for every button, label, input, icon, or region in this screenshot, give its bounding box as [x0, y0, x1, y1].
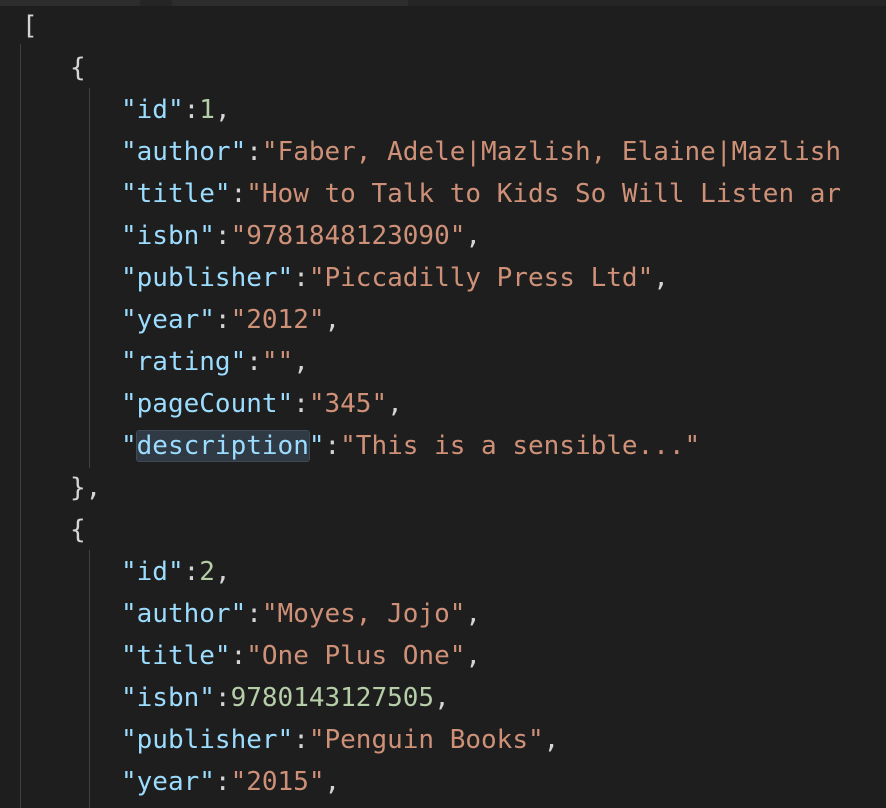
- json-key: "year": [121, 767, 215, 797]
- json-colon: :: [293, 389, 309, 419]
- code-line[interactable]: "isbn":9780143127505,: [121, 677, 450, 719]
- code-line[interactable]: "id":1,: [121, 89, 231, 131]
- json-key: "id": [121, 557, 184, 587]
- code-line[interactable]: "author":"Moyes, Jojo",: [121, 593, 481, 635]
- json-value: "Penguin Books": [308, 725, 544, 755]
- json-colon: :: [183, 95, 200, 125]
- json-comma: ,: [214, 557, 231, 587]
- json-comma: ,: [543, 725, 560, 755]
- json-key: "title": [121, 641, 231, 671]
- json-value: "": [261, 347, 294, 377]
- code-line[interactable]: "publisher":"Penguin Books",: [121, 719, 559, 761]
- highlighted-word[interactable]: description: [135, 430, 310, 462]
- json-value: "Piccadilly Press Ltd": [308, 263, 654, 293]
- json-key-quote: ": [308, 431, 325, 461]
- json-key: "publisher": [121, 725, 294, 755]
- json-colon: :: [246, 347, 262, 377]
- indent-guide: [20, 44, 21, 808]
- array-open-bracket: [: [22, 11, 38, 41]
- json-key: "year": [121, 305, 215, 335]
- tab-bar-segment: [0, 0, 140, 6]
- code-line[interactable]: [: [22, 5, 38, 47]
- code-line[interactable]: "pageCount":"345",: [121, 383, 403, 425]
- object-open-brace: {: [70, 53, 86, 83]
- json-value: 9780143127505: [230, 683, 435, 713]
- json-key: "isbn": [121, 221, 215, 251]
- json-colon: :: [230, 641, 247, 671]
- json-key: "id": [121, 95, 184, 125]
- json-value: "One Plus One": [246, 641, 466, 671]
- json-comma: ,: [434, 683, 450, 713]
- code-line[interactable]: "year":"2015",: [121, 761, 340, 803]
- json-key: "pageCount": [121, 389, 294, 419]
- code-line[interactable]: "author":"Faber, Adele|Mazlish, Elaine|M…: [121, 131, 841, 173]
- json-key-quote: ": [121, 431, 137, 461]
- json-key: "rating": [121, 347, 247, 377]
- json-colon: :: [246, 599, 262, 629]
- json-colon: :: [214, 683, 231, 713]
- json-comma: ,: [465, 599, 482, 629]
- code-line[interactable]: "title":"One Plus One",: [121, 635, 481, 677]
- json-colon: :: [230, 179, 247, 209]
- json-key: "title": [121, 179, 231, 209]
- json-comma: ,: [387, 389, 403, 419]
- json-value: "2015": [230, 767, 325, 797]
- json-value: 1: [199, 95, 215, 125]
- json-colon: :: [214, 221, 231, 251]
- json-key: "publisher": [121, 263, 294, 293]
- json-value: "Faber, Adele|Mazlish, Elaine|Mazlish: [261, 137, 842, 167]
- json-key: "author": [121, 599, 247, 629]
- code-line[interactable]: {: [70, 47, 86, 89]
- json-value: "9781848123090": [230, 221, 466, 251]
- json-colon: :: [183, 557, 200, 587]
- object-open-brace: {: [70, 515, 86, 545]
- json-comma: ,: [293, 347, 309, 377]
- json-colon: :: [214, 767, 231, 797]
- code-line[interactable]: },: [70, 467, 101, 509]
- json-colon: :: [293, 725, 309, 755]
- code-line[interactable]: {: [70, 509, 86, 551]
- json-key: "isbn": [121, 683, 215, 713]
- code-line[interactable]: "id":2,: [121, 551, 231, 593]
- json-value: "This is a sensible...": [340, 431, 701, 461]
- indent-guide: [89, 88, 90, 468]
- tab-bar-segment: [172, 0, 408, 6]
- code-line[interactable]: "rating":"",: [121, 341, 309, 383]
- json-comma: ,: [324, 305, 341, 335]
- json-key: "author": [121, 137, 247, 167]
- object-close-brace: },: [70, 473, 102, 503]
- code-editor[interactable]: [ { "id":1, "author":"Faber, Adele|Mazli…: [0, 0, 886, 808]
- json-value: 2: [199, 557, 215, 587]
- code-line[interactable]: "year":"2012",: [121, 299, 340, 341]
- json-colon: :: [293, 263, 309, 293]
- json-comma: ,: [465, 221, 482, 251]
- code-line[interactable]: "isbn":"9781848123090",: [121, 215, 481, 257]
- code-line[interactable]: "description":"This is a sensible...": [121, 425, 700, 467]
- json-comma: ,: [324, 767, 341, 797]
- json-colon: :: [324, 431, 341, 461]
- json-value: "345": [308, 389, 388, 419]
- tab-bar-strip: [0, 0, 886, 6]
- json-colon: :: [214, 305, 231, 335]
- code-line[interactable]: "publisher":"Piccadilly Press Ltd",: [121, 257, 669, 299]
- json-value: "2012": [230, 305, 325, 335]
- json-comma: ,: [465, 641, 482, 671]
- json-colon: :: [246, 137, 262, 167]
- code-line[interactable]: "title":"How to Talk to Kids So Will Lis…: [121, 173, 841, 215]
- json-value: "How to Talk to Kids So Will Listen ar: [246, 179, 842, 209]
- json-comma: ,: [214, 95, 231, 125]
- json-value: "Moyes, Jojo": [261, 599, 466, 629]
- indent-guide: [89, 550, 90, 808]
- json-comma: ,: [653, 263, 669, 293]
